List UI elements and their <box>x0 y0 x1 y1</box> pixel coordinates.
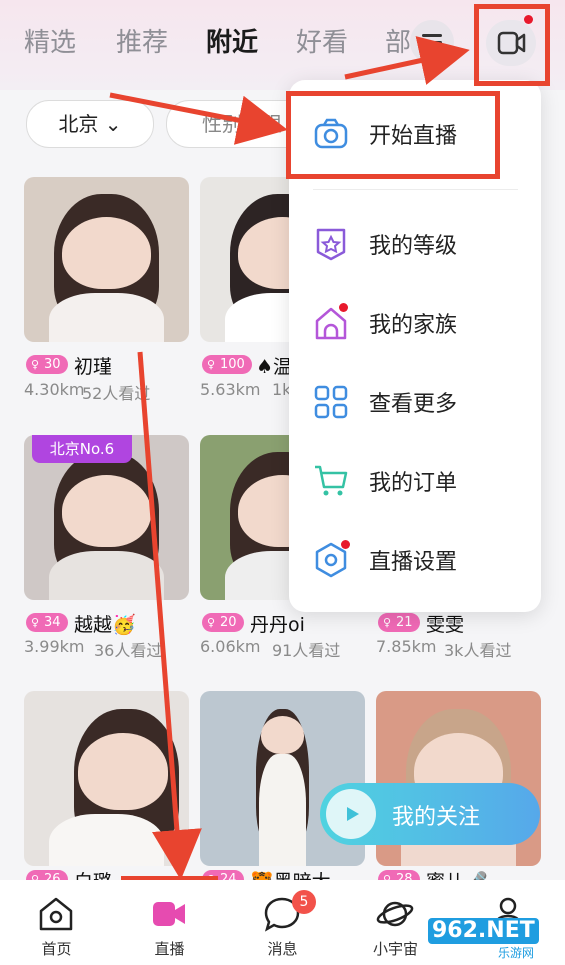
tab-label: 消息 <box>267 940 298 958</box>
home-icon <box>39 897 73 931</box>
live-camera-icon <box>153 902 185 926</box>
watermark-logo: 962.NET <box>428 918 539 944</box>
tab-home[interactable]: 首页 <box>0 880 113 965</box>
highlight-box <box>286 91 500 179</box>
unread-badge: 5 <box>292 890 316 914</box>
tab-label: 首页 <box>41 940 72 958</box>
planet-icon <box>376 901 414 927</box>
highlight-box <box>474 4 550 86</box>
watermark-text: 乐游网 <box>498 946 535 960</box>
tab-messages[interactable]: 消息 <box>226 880 339 965</box>
tab-label: 直播 <box>154 940 185 958</box>
tab-live[interactable]: 直播 <box>113 880 226 965</box>
